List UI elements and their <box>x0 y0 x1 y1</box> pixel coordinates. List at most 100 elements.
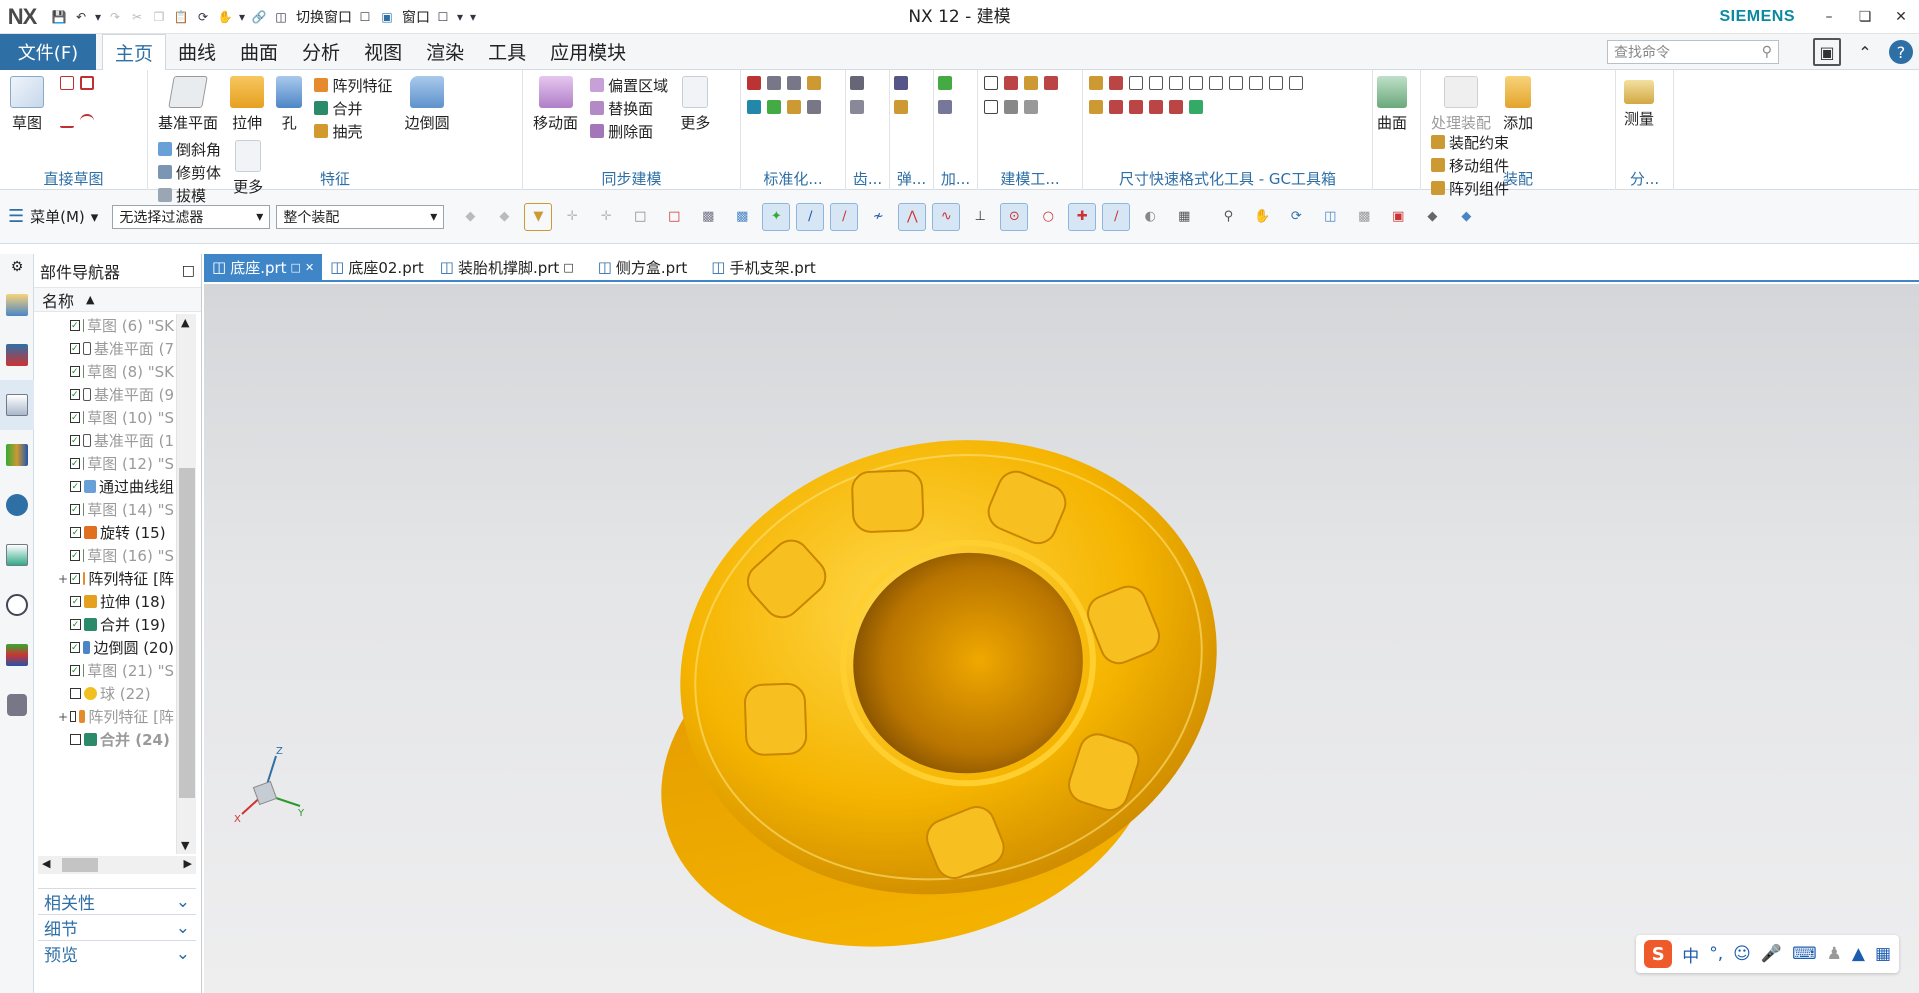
expand-icon[interactable]: + <box>58 572 68 586</box>
visibility-checkbox[interactable]: ✓ <box>70 389 80 400</box>
microphone-icon[interactable]: 🎤 <box>1761 944 1782 964</box>
visibility-checkbox[interactable]: ✓ <box>70 343 80 354</box>
visibility-checkbox[interactable]: ✓ <box>70 366 80 377</box>
spline-icon[interactable]: ∿ <box>932 202 961 231</box>
gc-icon[interactable] <box>1129 100 1143 114</box>
visibility-checkbox[interactable]: ✓ <box>70 320 80 331</box>
spring-icon[interactable] <box>894 76 908 90</box>
tab-surface[interactable]: 曲面 <box>228 34 290 70</box>
tool-icon[interactable] <box>984 100 998 114</box>
edge-blend-button[interactable]: 边倒圆 <box>405 76 450 133</box>
gc-icon[interactable] <box>1189 100 1203 114</box>
horizontal-scrollbar[interactable]: ◀ ▶ <box>38 856 196 874</box>
constraint-navigator-icon[interactable] <box>0 330 34 380</box>
vertical-scrollbar[interactable]: ▲ ▼ <box>176 314 196 854</box>
ime-punctuation[interactable]: °, <box>1709 944 1723 964</box>
reuse-library-icon[interactable] <box>0 430 34 480</box>
control-point-icon[interactable]: ⋀ <box>898 202 927 231</box>
std-part-icon[interactable] <box>807 76 821 90</box>
part-navigator-icon[interactable] <box>0 380 34 430</box>
undo-icon[interactable]: ↶ <box>72 8 90 26</box>
gc-icon[interactable] <box>1109 76 1123 90</box>
offset-region-button[interactable]: 偏置区域 <box>590 76 668 95</box>
tree-node[interactable]: ✓ 通过曲线组 <box>34 475 174 498</box>
intersection-icon[interactable]: ⊥ <box>966 203 994 231</box>
section-icon[interactable]: ▩ <box>1350 203 1378 231</box>
panel-dependencies[interactable]: 相关性 ⌄ <box>38 888 196 914</box>
tree-node[interactable]: 合并 (24) <box>34 728 174 751</box>
dropdown-icon[interactable]: ▾ <box>456 8 464 26</box>
restore-icon[interactable]: ❏ <box>1847 0 1883 34</box>
tab-tools[interactable]: 工具 <box>476 34 538 70</box>
tab-curve[interactable]: 曲线 <box>166 34 228 70</box>
save-icon[interactable]: 💾 <box>50 8 68 26</box>
tree-node[interactable]: ✓ 草图 (6) "SK <box>34 314 174 337</box>
extrude-button[interactable]: 拉伸 <box>230 76 265 133</box>
snap-icon[interactable]: ✛ <box>558 203 586 231</box>
std-part-icon[interactable] <box>787 100 801 114</box>
gear-icon[interactable] <box>850 76 864 90</box>
scroll-down-icon[interactable]: ▼ <box>181 839 189 852</box>
tool-icon[interactable] <box>1004 76 1018 90</box>
visibility-checkbox[interactable]: ✓ <box>70 412 80 423</box>
paste-icon[interactable]: 📋 <box>172 8 190 26</box>
process-assembly-button[interactable]: 处理装配 <box>1431 76 1491 133</box>
system-materials-icon[interactable] <box>0 630 34 680</box>
snap-icon[interactable]: ✛ <box>592 203 620 231</box>
zoom-icon[interactable]: ⚲ <box>1214 203 1242 231</box>
surface-button[interactable]: 曲面 <box>1377 76 1407 133</box>
name-column-header[interactable]: 名称 ▲ <box>34 288 201 312</box>
ime-mode[interactable]: 中 <box>1682 942 1699 967</box>
visibility-checkbox[interactable]: ✓ <box>70 504 80 515</box>
tree-node[interactable]: ✓ 草图 (21) "S <box>34 659 174 682</box>
selection-scope-dropdown[interactable]: 整个装配 ▾ <box>276 204 445 229</box>
panel-preview[interactable]: 预览 ⌄ <box>38 940 196 966</box>
curve-icon[interactable]: ≁ <box>864 203 892 231</box>
arc-center-icon[interactable]: ⊙ <box>1000 202 1029 231</box>
gc-icon[interactable] <box>1209 76 1223 90</box>
visibility-checkbox[interactable]: ✓ <box>70 642 80 653</box>
snap-line-icon[interactable]: ∕ <box>796 202 825 231</box>
feature-more-button[interactable]: 更多 <box>233 140 263 197</box>
doc-tab-base[interactable]: ◫ 底座.prt □ ✕ <box>204 254 323 280</box>
user-icon[interactable]: ♟ <box>1827 944 1842 964</box>
history-icon[interactable] <box>0 580 34 630</box>
doc-tab-phone-stand[interactable]: ◫ 手机支架.prt <box>703 254 824 280</box>
visibility-checkbox[interactable]: ✓ <box>70 596 81 607</box>
checkbox-icon[interactable]: ☐ <box>434 8 452 26</box>
tree-node[interactable]: ✓ 基准平面 (1 <box>34 429 174 452</box>
expand-icon[interactable]: + <box>58 710 68 724</box>
touch-mode-icon[interactable]: ✋ <box>216 8 234 26</box>
tree-node[interactable]: ✓ 拉伸 (18) <box>34 590 174 613</box>
tool-icon[interactable] <box>984 76 998 90</box>
graphics-window[interactable]: Z Y X S 中 °, ☺ 🎤 ⌨ ♟ ▲ ▦ <box>204 284 1919 993</box>
face-icon[interactable]: ▩ <box>728 203 756 231</box>
doc-tab-side-box[interactable]: ◫ 侧方盒.prt <box>590 254 696 280</box>
redo-icon[interactable]: ↷ <box>106 8 124 26</box>
rotate-icon[interactable]: ⟳ <box>1282 203 1310 231</box>
visibility-checkbox[interactable]: ✓ <box>70 665 80 676</box>
emoji-icon[interactable]: ☺ <box>1733 944 1751 964</box>
solid-body-icon[interactable]: ▩ <box>694 203 722 231</box>
toolbox-icon[interactable]: ▦ <box>1875 944 1891 964</box>
hole-button[interactable]: 孔 <box>276 76 303 133</box>
window-icon[interactable]: ▣ <box>378 8 396 26</box>
pan-icon[interactable]: ✋ <box>1248 203 1276 231</box>
existing-point-icon[interactable]: ✚ <box>1068 202 1097 231</box>
hd3d-tools-icon[interactable] <box>0 480 34 530</box>
tool-icon[interactable] <box>1024 76 1038 90</box>
tree-node[interactable]: + ✓ 阵列特征 [阵 <box>34 567 174 590</box>
assembly-navigator-icon[interactable] <box>0 280 34 330</box>
gc-icon[interactable] <box>1149 100 1163 114</box>
gc-icon[interactable] <box>1089 100 1103 114</box>
visibility-checkbox[interactable]: ✓ <box>70 435 80 446</box>
std-part-icon[interactable] <box>747 100 761 114</box>
scroll-left-icon[interactable]: ◀ <box>42 857 50 870</box>
collapse-ribbon-icon[interactable]: ⌃ <box>1851 38 1879 66</box>
gc-icon[interactable] <box>1169 76 1183 90</box>
filter-icon[interactable]: ◆ <box>490 203 518 231</box>
point-on-face-icon[interactable]: ◐ <box>1136 203 1164 231</box>
sketch-button[interactable]: 草图 <box>10 76 44 133</box>
gc-icon[interactable] <box>1129 76 1143 90</box>
switch-window-label[interactable]: 切换窗口 <box>296 7 352 27</box>
